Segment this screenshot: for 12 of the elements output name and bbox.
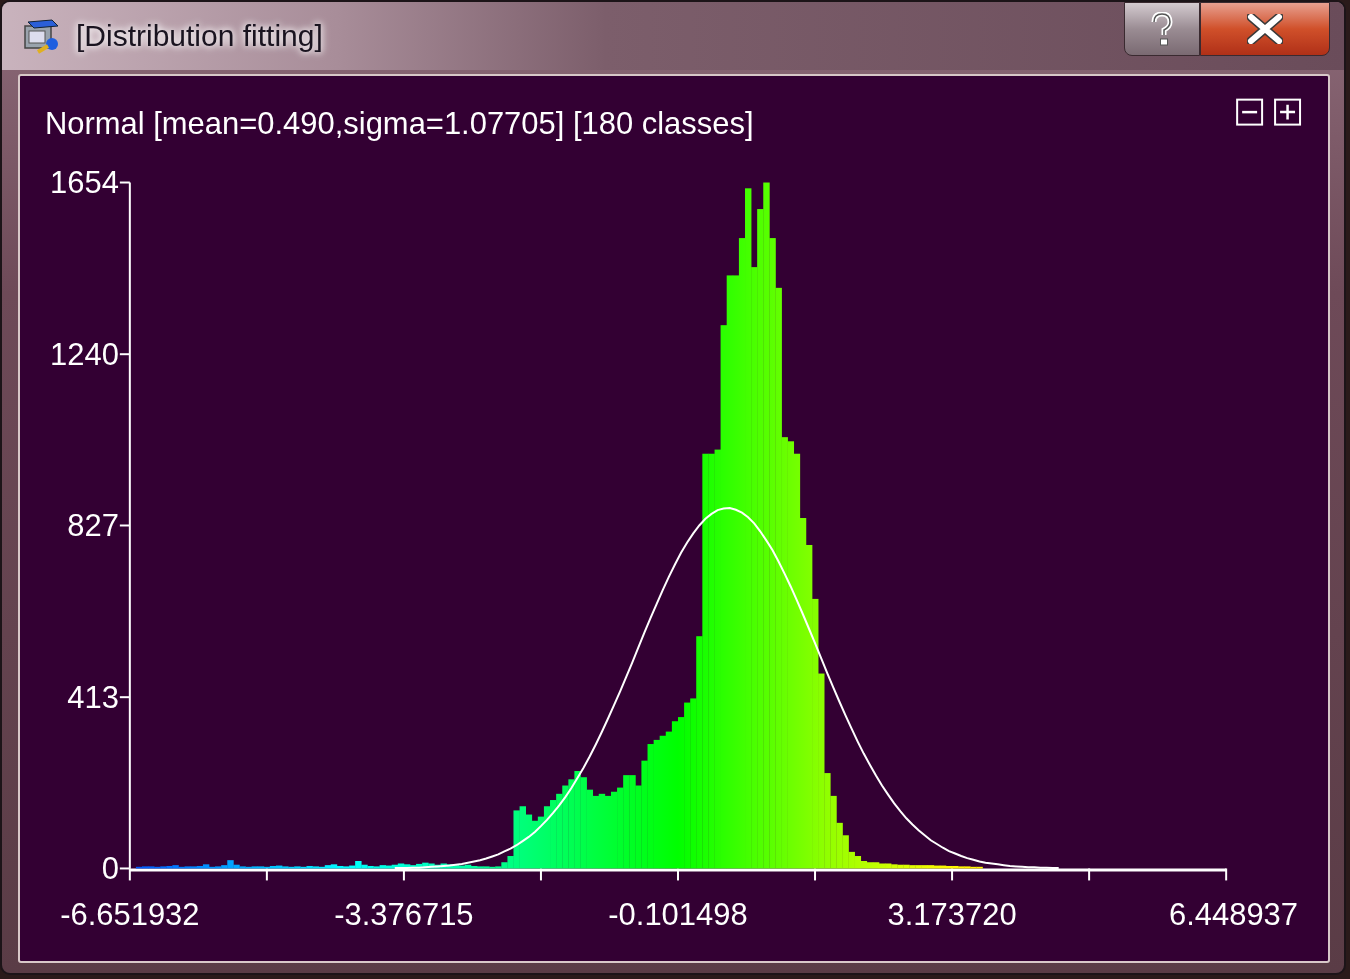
- x-tick-label: 6.448937: [1169, 897, 1299, 933]
- y-tick-label: 1240: [50, 337, 119, 373]
- window-title: [Distribution fitting]: [76, 19, 323, 53]
- x-tick-label: -6.651932: [60, 897, 200, 933]
- y-tick-label: 827: [67, 508, 119, 544]
- chart-title: Normal [mean=0.490,sigma=1.07705] [180 classes]: [44, 105, 754, 141]
- x-tick-label: -0.101498: [608, 897, 748, 933]
- x-tick-label: 3.173720: [887, 897, 1017, 933]
- x-tick-label: -3.376715: [334, 897, 474, 933]
- y-tick-label: 1654: [50, 165, 119, 201]
- y-tick-label: 0: [101, 851, 119, 887]
- y-tick-label: 413: [67, 680, 119, 716]
